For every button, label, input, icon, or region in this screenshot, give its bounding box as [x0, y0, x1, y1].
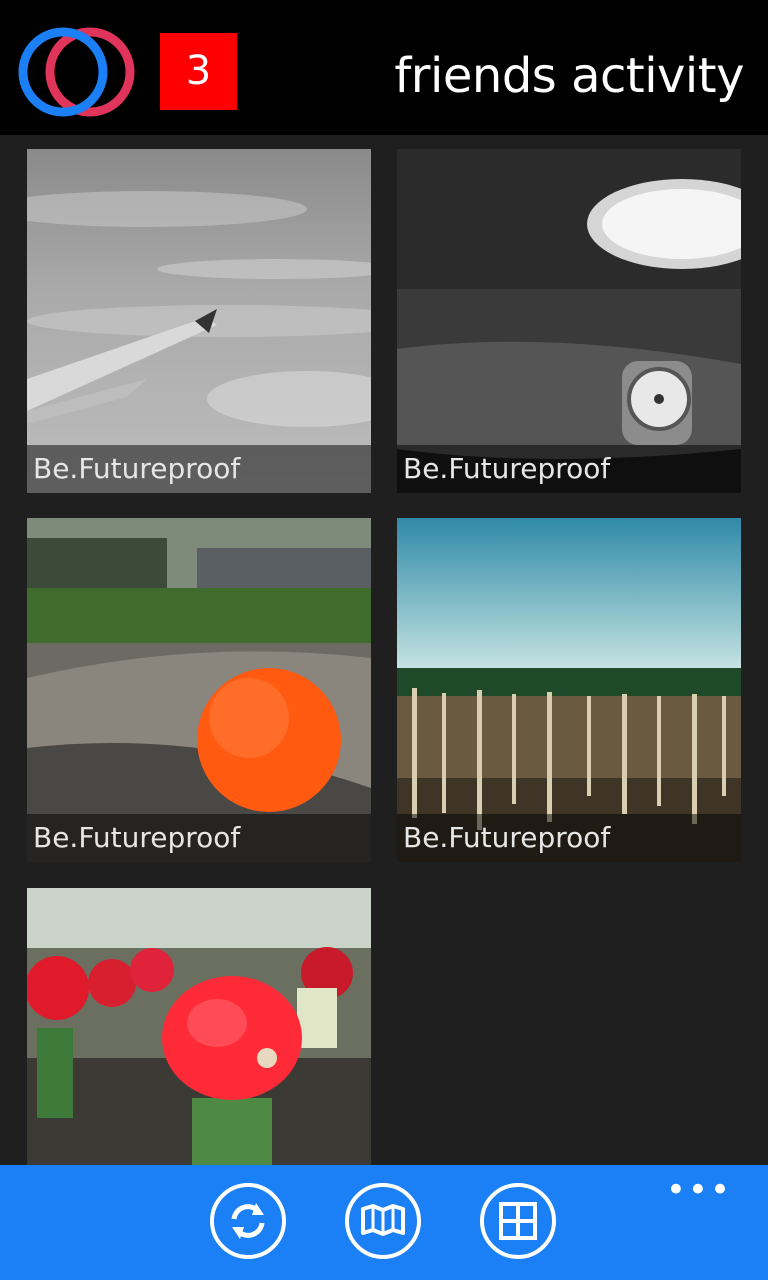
photo-tile[interactable]: Be.Futureproof [27, 149, 371, 493]
photo-tile[interactable]: Be.Futureproof [27, 518, 371, 862]
map-button[interactable] [345, 1183, 421, 1259]
app-logo[interactable] [16, 26, 140, 118]
tile-caption: Be.Futureproof [27, 814, 371, 862]
refresh-icon [231, 1203, 265, 1239]
photo-tile[interactable] [27, 888, 371, 1165]
app-bar: ••• [0, 1165, 768, 1280]
wristwatch-photo [397, 149, 741, 493]
header: 3 friends activity [0, 0, 768, 135]
tile-caption: Be.Futureproof [397, 814, 741, 862]
field-stakes-photo [397, 518, 741, 862]
page-title: friends activity [394, 48, 744, 104]
tiles-button[interactable] [480, 1183, 556, 1259]
red-cactus-photo [27, 888, 371, 1165]
tiles-grid-icon [499, 1202, 537, 1240]
map-icon [361, 1204, 405, 1236]
photo-tile[interactable]: Be.Futureproof [397, 518, 741, 862]
tile-caption: Be.Futureproof [397, 445, 741, 493]
airplane-wing-photo [27, 149, 371, 493]
notification-badge[interactable]: 3 [160, 33, 237, 110]
refresh-button[interactable] [210, 1183, 286, 1259]
orange-golf-ball-photo [27, 518, 371, 862]
photo-tile[interactable]: Be.Futureproof [397, 149, 741, 493]
tile-caption: Be.Futureproof [27, 445, 371, 493]
more-options-button[interactable]: ••• [666, 1173, 732, 1207]
